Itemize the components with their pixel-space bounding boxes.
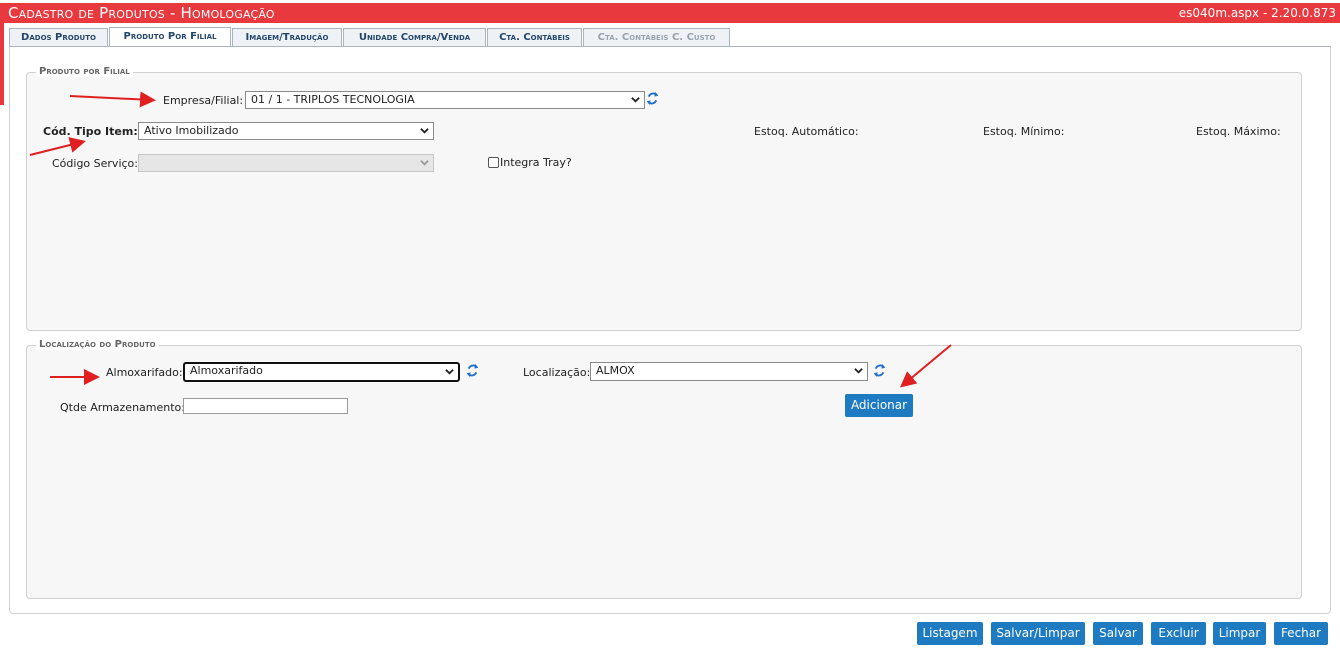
integra-tray-checkbox[interactable]	[488, 157, 499, 168]
produto-por-filial-legend: Produto por Filial	[36, 66, 133, 77]
refresh-icon[interactable]	[466, 363, 479, 378]
tab-unidade-compra-venda[interactable]: Unidade Compra/Venda	[343, 28, 486, 46]
chevron-down-icon	[854, 368, 863, 374]
integra-tray-label: Integra Tray?	[500, 156, 572, 169]
salvar-limpar-button[interactable]: Salvar/Limpar	[991, 622, 1085, 645]
localizacao-select[interactable]: ALMOX	[590, 362, 868, 381]
tipo-item-label: Cód. Tipo Item:	[43, 125, 138, 138]
tab-imagem-traducao[interactable]: Imagem/Tradução	[232, 28, 342, 46]
chevron-down-icon	[445, 369, 454, 375]
estoq-maximo-label: Estoq. Máximo:	[1196, 125, 1281, 138]
salvar-button[interactable]: Salvar	[1093, 622, 1143, 645]
version-label: es040m.aspx - 2.20.0.873	[1178, 6, 1336, 20]
produto-por-filial-section	[26, 72, 1302, 331]
tipo-item-select[interactable]: Ativo Imobilizado	[138, 122, 434, 140]
chevron-down-icon	[420, 160, 429, 166]
tab-produto-por-filial[interactable]: Produto Por Filial	[109, 27, 231, 47]
codigo-servico-label: Código Serviço:	[52, 157, 138, 170]
codigo-servico-select	[138, 154, 434, 172]
refresh-icon[interactable]	[873, 363, 886, 378]
listagem-button[interactable]: Listagem	[917, 622, 983, 645]
localizacao-produto-section	[26, 345, 1302, 599]
excluir-button[interactable]: Excluir	[1151, 622, 1206, 645]
title-bar: Cadastro de Produtos - Homologação es040…	[0, 3, 1340, 23]
fechar-button[interactable]: Fechar	[1274, 622, 1328, 645]
tab-cta-contabeis[interactable]: Cta. Contábeis	[487, 28, 582, 46]
tab-dados-produto[interactable]: Dados Produto	[9, 28, 108, 46]
empresa-filial-select[interactable]: 01 / 1 - TRIPLOS TECNOLOGIA	[245, 91, 645, 109]
empresa-filial-label: Empresa/Filial:	[163, 94, 244, 107]
tab-cta-contabeis-c-custo: Cta. Contábeis C. Custo	[583, 28, 730, 46]
refresh-icon[interactable]	[646, 91, 659, 106]
almoxarifado-label: Almoxarifado:	[106, 366, 183, 379]
left-accent-bar	[0, 23, 4, 105]
localizacao-value: ALMOX	[596, 364, 635, 377]
adicionar-button[interactable]: Adicionar	[845, 394, 913, 417]
almoxarifado-value: Almoxarifado	[190, 364, 263, 377]
limpar-button[interactable]: Limpar	[1213, 622, 1266, 645]
empresa-filial-value: 01 / 1 - TRIPLOS TECNOLOGIA	[251, 93, 415, 106]
estoq-minimo-label: Estoq. Mínimo:	[983, 125, 1065, 138]
page-title: Cadastro de Produtos - Homologação	[8, 4, 275, 22]
localizacao-produto-legend: Localização do Produto	[36, 339, 159, 350]
chevron-down-icon	[420, 128, 429, 134]
almoxarifado-select[interactable]: Almoxarifado	[183, 362, 460, 382]
estoq-automatico-label: Estoq. Automático:	[754, 125, 859, 138]
tipo-item-value: Ativo Imobilizado	[144, 124, 239, 137]
qtde-armazenamento-input[interactable]	[183, 398, 348, 414]
chevron-down-icon	[631, 97, 640, 103]
qtde-armazenamento-label: Qtde Armazenamento:	[60, 401, 185, 414]
localizacao-label: Localização:	[523, 366, 591, 379]
